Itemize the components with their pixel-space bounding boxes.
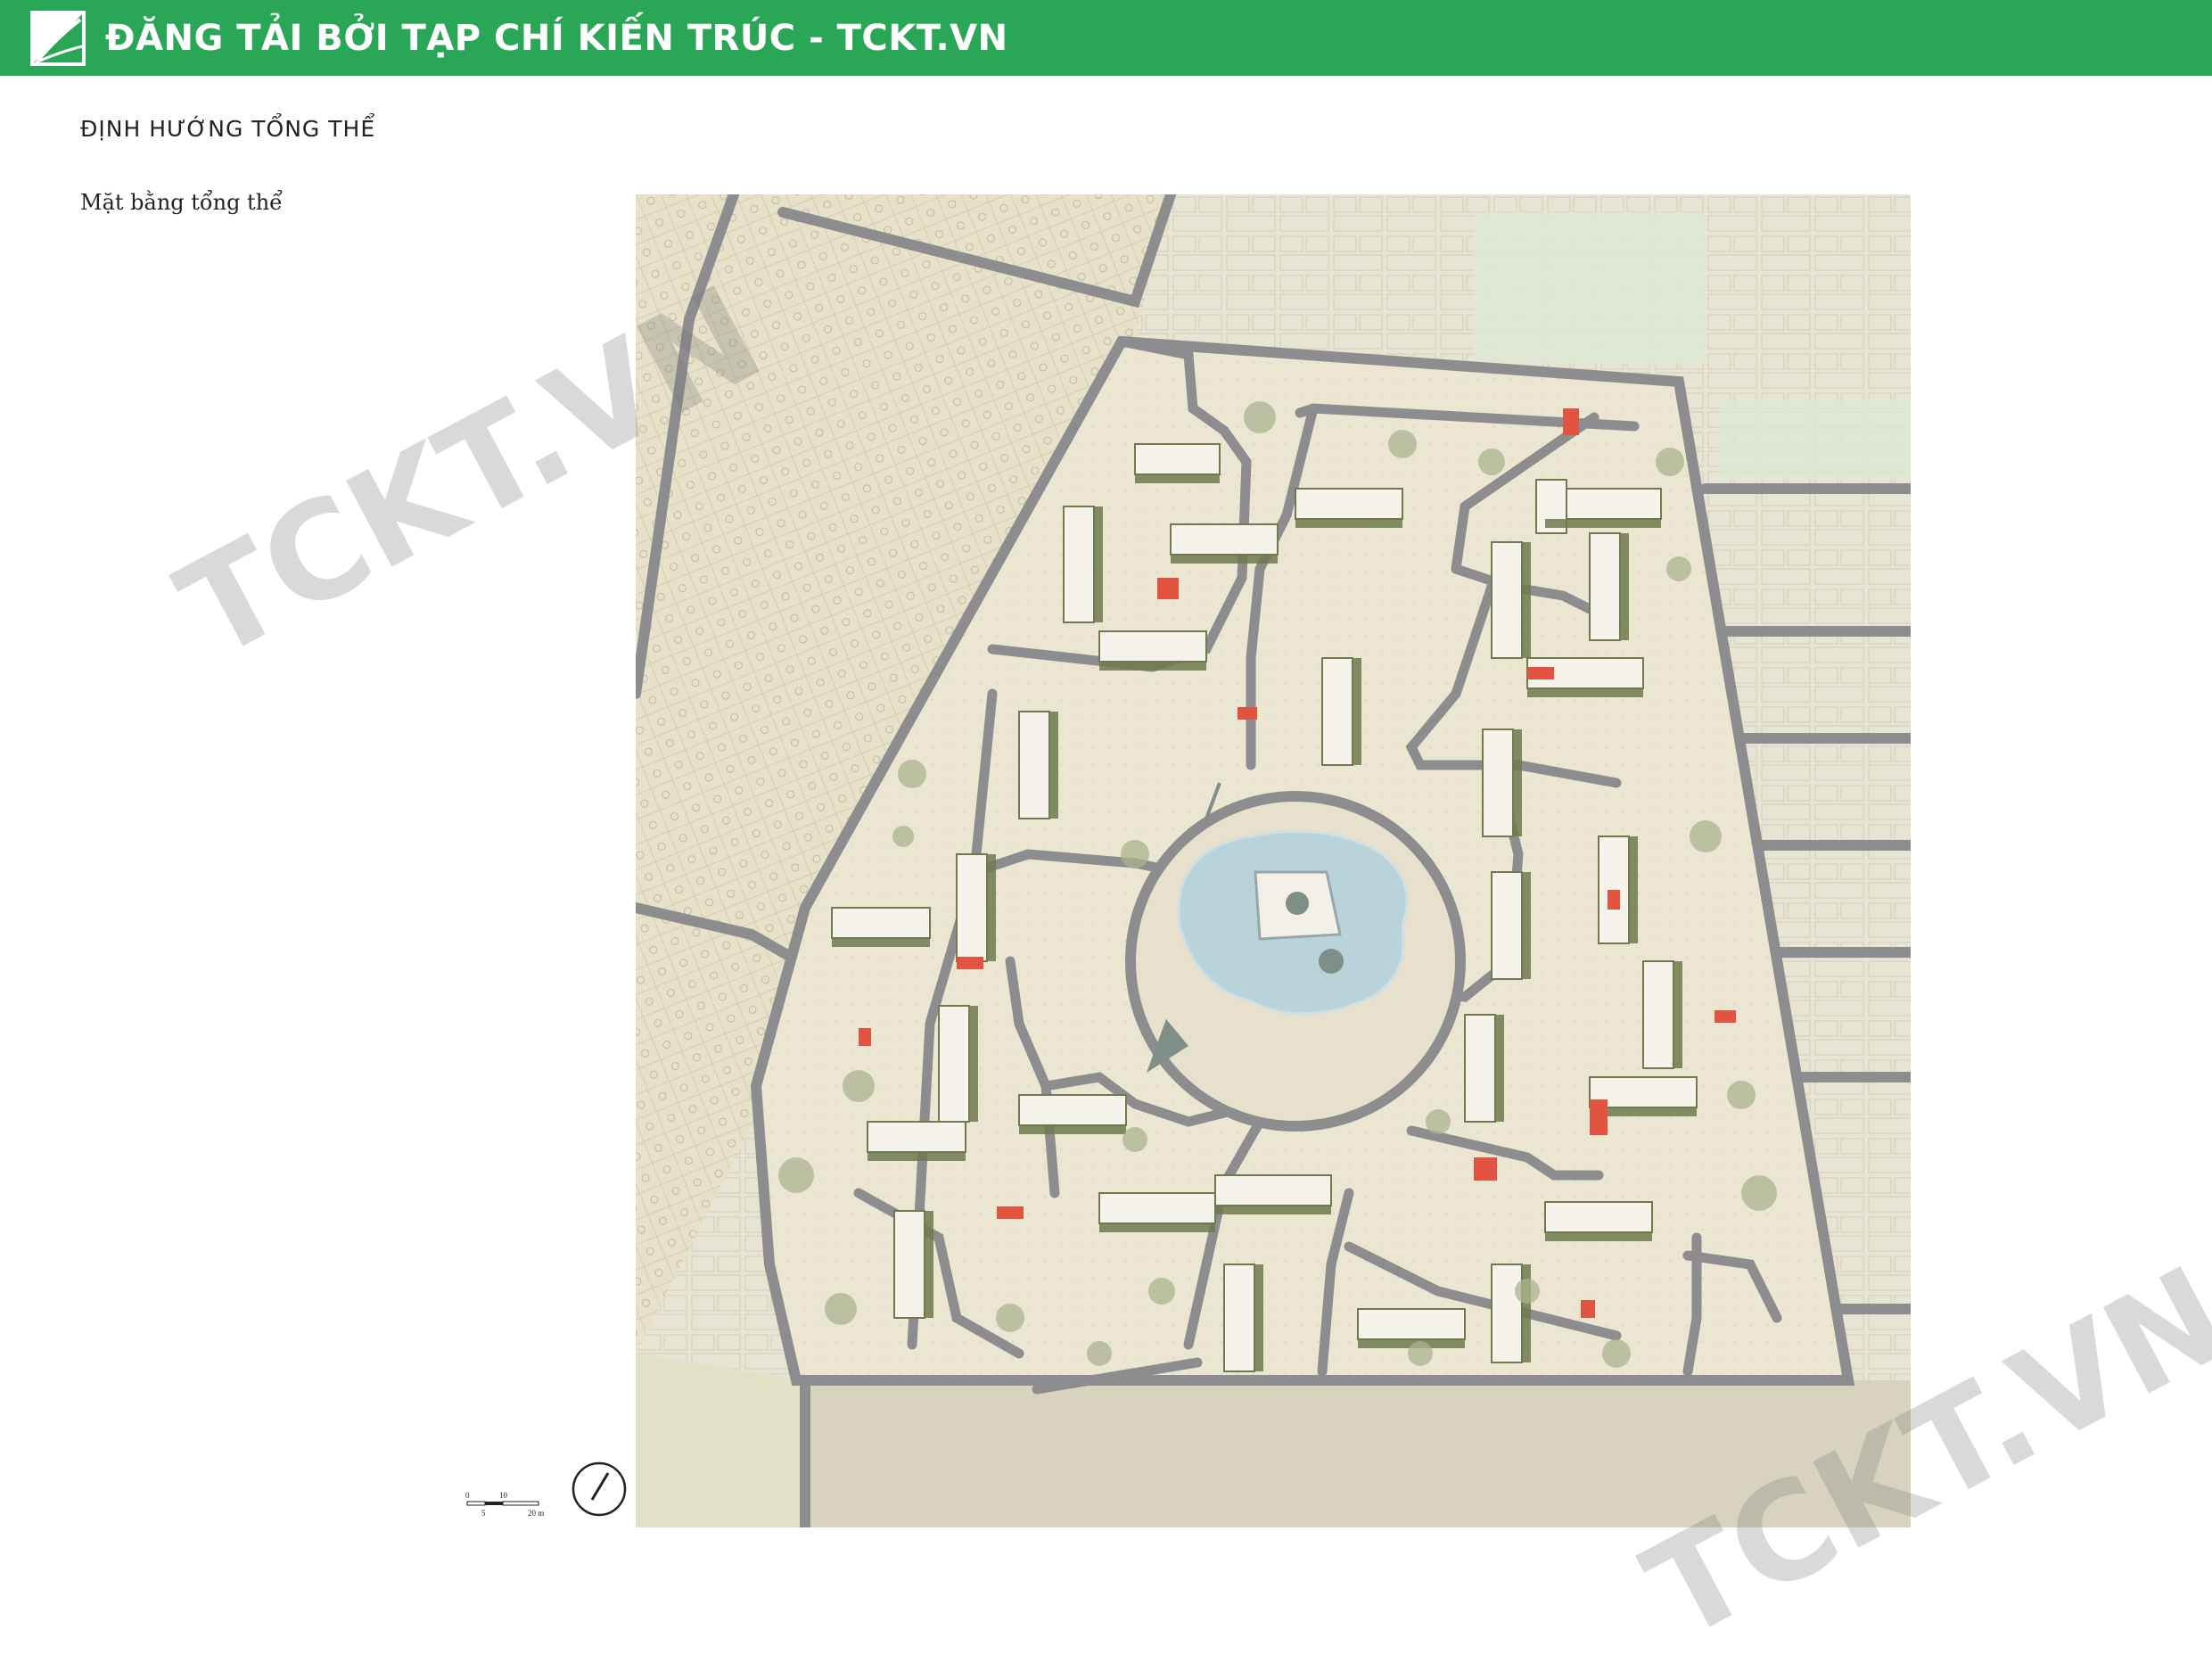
scale-bar: 0 5 10 20 m	[465, 1491, 544, 1518]
section-title: ĐỊNH HƯỚNG TỔNG THỂ	[80, 116, 376, 142]
scale-label-0: 0	[465, 1491, 470, 1500]
scale-label-20m: 20 m	[528, 1509, 544, 1518]
scale-label-10: 10	[499, 1491, 508, 1500]
tckt-logo-icon	[30, 10, 86, 66]
banner-title: ĐĂNG TẢI BỞI TẠP CHÍ KIẾN TRÚC - TCKT.VN	[105, 17, 1008, 59]
master-plan-drawing	[636, 194, 1911, 1527]
north-arrow-icon	[572, 1461, 627, 1517]
top-banner: ĐĂNG TẢI BỞI TẠP CHÍ KIẾN TRÚC - TCKT.VN	[0, 0, 2212, 76]
scale-label-5: 5	[481, 1509, 486, 1518]
sub-title: Mặt bằng tổng thể	[80, 190, 283, 215]
